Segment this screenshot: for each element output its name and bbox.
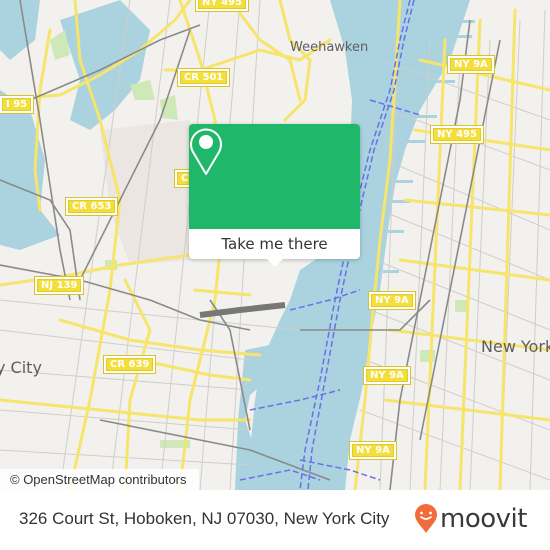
road-shield-ny9a-2: NY 9A [368,291,416,310]
place-label-weehawken: Weehawken [290,40,369,55]
address-text: 326 Court St, Hoboken, NJ 07030, New Yor… [19,509,390,528]
road-shield-cr639: CR 639 [102,355,157,374]
location-pin-icon [190,128,222,175]
destination-popup: Take me there [189,124,360,267]
footer-bar: 326 Court St, Hoboken, NJ 07030, New Yor… [0,490,550,550]
road-shield-nj139: NJ 139 [33,276,85,295]
moovit-logo[interactable]: moovit [414,504,527,534]
road-shield-ny495: NY 495 [430,125,484,144]
place-label-new-york: New York [481,337,550,356]
road-shield-ny9a-3: NY 9A [363,366,411,385]
place-label-jersey-city: y City [0,358,42,377]
map-canvas[interactable]: Weehawken New York y City I 95 CR 501 CR… [0,0,550,490]
take-me-there-button[interactable]: Take me there [189,229,360,259]
road-shield-cr653: CR 653 [64,197,119,216]
hackensack-water [0,90,60,250]
osm-attribution[interactable]: © OpenStreetMap contributors [0,469,199,490]
road-shield-ny495-top: NY 495 [195,0,249,12]
road-shield-ny9a-4: NY 9A [349,441,397,460]
popup-header [189,124,360,229]
moovit-pin-logo-icon [415,504,437,533]
moovit-wordmark: moovit [440,504,527,534]
marsh-water [0,0,40,60]
road-shield-ny9a-1: NY 9A [447,55,495,74]
road-shield-i95: I 95 [0,95,35,114]
urban-area [100,120,190,265]
popup-pointer [266,258,284,267]
road-shield-cr501: CR 501 [176,68,231,87]
overpeck-water [60,0,150,130]
